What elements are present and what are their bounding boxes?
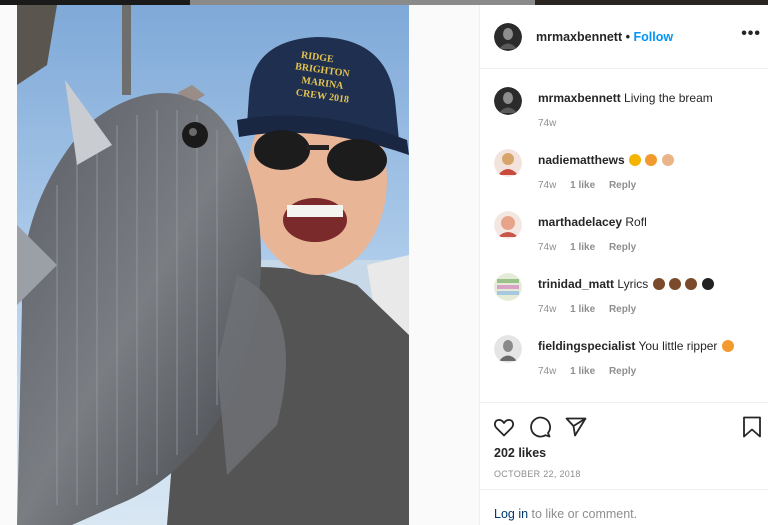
- comment-meta: 74w 1 like Reply: [538, 304, 647, 315]
- comment-body: Rofl: [625, 215, 647, 229]
- login-prompt-text: to like or comment.: [528, 507, 638, 521]
- fist-emoji-icon: [652, 278, 665, 290]
- heart-icon[interactable]: [492, 415, 516, 439]
- comment-bubble-icon[interactable]: [528, 415, 552, 439]
- comment-text: mrmaxbennett Living the bream: [538, 91, 713, 105]
- black-heart-emoji-icon: [701, 278, 714, 290]
- login-link[interactable]: Log in: [494, 507, 528, 521]
- reply-button[interactable]: Reply: [609, 304, 636, 315]
- comment-text: fieldingspecialist You little ripper: [538, 339, 734, 353]
- comment-meta: 74w: [538, 118, 567, 129]
- bookmark-icon[interactable]: [740, 415, 764, 439]
- post-author: mrmaxbennett • Follow: [536, 30, 673, 44]
- reply-button[interactable]: Reply: [609, 366, 636, 377]
- comment-text: trinidad_matt Lyrics: [538, 277, 714, 291]
- star-eyes-emoji-icon: [645, 154, 658, 166]
- avatar-image: [494, 23, 522, 51]
- comment-age: 74w: [538, 366, 557, 377]
- list-item: fieldingspecialist You little ripper 74w…: [480, 317, 768, 379]
- comment-body: You little ripper: [638, 339, 718, 353]
- star-eyes-emoji-icon: [721, 340, 734, 352]
- comments-list[interactable]: mrmaxbennett Living the bream 74w nadiem…: [480, 69, 768, 401]
- comment-username[interactable]: marthadelacey: [538, 215, 622, 229]
- avatar-image: [494, 335, 522, 363]
- login-prompt: Log in to like or comment.: [494, 507, 637, 521]
- like-count[interactable]: 202 likes: [494, 446, 546, 460]
- laughing-emoji-icon: [629, 154, 642, 166]
- comment-age: 74w: [538, 180, 557, 191]
- comment-body: Living the bream: [624, 91, 713, 105]
- post-header: mrmaxbennett • Follow •••: [480, 5, 768, 69]
- comment-username[interactable]: mrmaxbennett: [538, 91, 621, 105]
- reply-button[interactable]: Reply: [609, 242, 636, 253]
- post-actions: 202 likes OCTOBER 22, 2018 Log in to lik…: [480, 402, 768, 523]
- follow-button[interactable]: Follow: [634, 30, 674, 44]
- more-dots-icon[interactable]: •••: [741, 25, 761, 43]
- post-side-panel: mrmaxbennett • Follow ••• mrmaxbennett L…: [479, 5, 768, 525]
- avatar-image: [494, 149, 522, 177]
- comment-age: 74w: [538, 118, 557, 129]
- avatar[interactable]: [494, 335, 522, 363]
- comment-likes[interactable]: 1 like: [570, 242, 595, 253]
- comment-username[interactable]: trinidad_matt: [538, 277, 614, 291]
- comment-text: marthadelacey Rofl: [538, 215, 647, 229]
- comment-username[interactable]: fieldingspecialist: [538, 339, 635, 353]
- comment-likes[interactable]: 1 like: [570, 180, 595, 191]
- post-date: OCTOBER 22, 2018: [494, 469, 581, 479]
- post-photo[interactable]: RIDGE BRIGHTON MARINA CREW 2018: [17, 5, 409, 525]
- comment-username[interactable]: nadiematthews: [538, 153, 625, 167]
- comment-meta: 74w 1 like Reply: [538, 242, 647, 253]
- fist-emoji-icon: [668, 278, 681, 290]
- avatar[interactable]: [494, 273, 522, 301]
- avatar-image: [494, 211, 522, 239]
- avatar[interactable]: [494, 211, 522, 239]
- avatar[interactable]: [494, 149, 522, 177]
- list-item: trinidad_matt Lyrics 74w 1 like Reply: [480, 255, 768, 317]
- avatar[interactable]: [494, 87, 522, 115]
- comment-age: 74w: [538, 242, 557, 253]
- separator-dot: •: [625, 30, 631, 44]
- post-photo-illustration: RIDGE BRIGHTON MARINA CREW 2018: [17, 5, 409, 525]
- divider: [480, 489, 768, 491]
- paper-plane-icon[interactable]: [564, 415, 588, 439]
- reply-button[interactable]: Reply: [609, 180, 636, 191]
- clap-emoji-icon: [661, 154, 674, 166]
- list-item: mrmaxbennett Living the bream 74w: [480, 69, 768, 131]
- fist-emoji-icon: [685, 278, 698, 290]
- comment-meta: 74w 1 like Reply: [538, 366, 647, 377]
- avatar-image: [494, 87, 522, 115]
- comment-meta: 74w 1 like Reply: [538, 180, 647, 191]
- comment-body: Lyrics: [617, 277, 649, 291]
- list-item: nadiematthews 74w 1 like Reply: [480, 131, 768, 193]
- avatar-image: [494, 273, 522, 301]
- avatar[interactable]: [494, 23, 522, 51]
- list-item: marthadelacey Rofl 74w 1 like Reply: [480, 193, 768, 255]
- comment-likes[interactable]: 1 like: [570, 366, 595, 377]
- comment-likes[interactable]: 1 like: [570, 304, 595, 315]
- author-username[interactable]: mrmaxbennett: [536, 30, 622, 44]
- comment-age: 74w: [538, 304, 557, 315]
- comment-text: nadiematthews: [538, 153, 674, 167]
